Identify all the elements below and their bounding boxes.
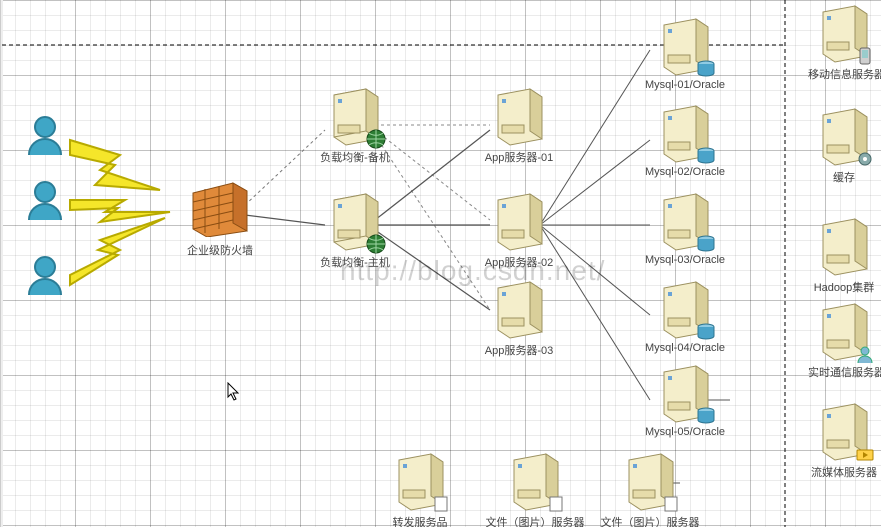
media-icon xyxy=(855,444,875,464)
diagram-canvas: http://blog.csdn.net/ 企 xyxy=(0,0,881,527)
stream-server[interactable]: 流媒体服务器 xyxy=(808,400,880,480)
left-ruler xyxy=(0,0,3,527)
user-2 xyxy=(25,180,65,225)
database-icon xyxy=(696,234,716,254)
stream-label: 流媒体服务器 xyxy=(808,464,880,480)
person-icon xyxy=(25,255,65,300)
doc-icon xyxy=(431,494,451,514)
db2-label: Mysql-02/Oracle xyxy=(640,166,730,178)
hadoop-label: Hadoop集群 xyxy=(808,279,880,295)
hadoop-cluster[interactable]: Hadoop集群 xyxy=(808,215,880,295)
server-icon xyxy=(817,300,871,362)
im-server[interactable]: 实时通信服务器 xyxy=(808,300,880,380)
cursor-icon xyxy=(227,382,241,402)
server-icon xyxy=(817,400,871,462)
person-icon xyxy=(25,180,65,225)
lb-backup[interactable]: 负载均衡-备机 xyxy=(320,85,390,165)
database-icon xyxy=(696,322,716,342)
globe-icon xyxy=(366,234,386,254)
globe-icon xyxy=(366,129,386,149)
server-icon xyxy=(328,190,382,252)
app1-label: App服务器-01 xyxy=(480,149,558,165)
server-icon xyxy=(658,190,712,252)
server-icon xyxy=(492,278,546,340)
file-server-2[interactable]: 文件（图片）服务器 xyxy=(595,450,705,527)
grid-background xyxy=(0,0,881,527)
db4-label: Mysql-04/Oracle xyxy=(640,342,730,354)
firewall-label: 企业级防火墙 xyxy=(185,242,255,258)
user-3 xyxy=(25,255,65,300)
db-server-1[interactable]: Mysql-01/Oracle xyxy=(640,15,730,91)
server-icon xyxy=(658,362,712,424)
database-icon xyxy=(696,406,716,426)
firewall[interactable]: 企业级防火墙 xyxy=(185,175,255,258)
app-server-2[interactable]: App服务器-02 xyxy=(480,190,558,270)
doc-icon xyxy=(661,494,681,514)
db-server-3[interactable]: Mysql-03/Oracle xyxy=(640,190,730,266)
server-icon xyxy=(492,190,546,252)
file2-label: 文件（图片）服务器 xyxy=(595,514,705,527)
user-1 xyxy=(25,115,65,160)
forward-label: 转发服务品 xyxy=(385,514,455,527)
app3-label: App服务器-03 xyxy=(480,342,558,358)
file1-label: 文件（图片）服务器 xyxy=(480,514,590,527)
person-icon xyxy=(25,115,65,160)
gear-icon xyxy=(855,149,875,169)
cache-label: 缓存 xyxy=(808,169,880,185)
phone-icon xyxy=(855,46,875,66)
db-server-2[interactable]: Mysql-02/Oracle xyxy=(640,102,730,178)
server-icon xyxy=(508,450,562,512)
server-icon xyxy=(658,15,712,77)
server-icon xyxy=(328,85,382,147)
lb-main[interactable]: 负载均衡-主机 xyxy=(320,190,390,270)
app-server-3[interactable]: App服务器-03 xyxy=(480,278,558,358)
cache-server[interactable]: 缓存 xyxy=(808,105,880,185)
db3-label: Mysql-03/Oracle xyxy=(640,254,730,266)
server-icon xyxy=(817,2,871,64)
mobile-label: 移动信息服务器 xyxy=(808,66,880,82)
server-icon xyxy=(492,85,546,147)
database-icon xyxy=(696,59,716,79)
db1-label: Mysql-01/Oracle xyxy=(640,79,730,91)
server-icon xyxy=(817,215,871,277)
mobile-info-server[interactable]: 移动信息服务器 xyxy=(808,2,880,82)
server-icon xyxy=(393,450,447,512)
app-server-1[interactable]: App服务器-01 xyxy=(480,85,558,165)
database-icon xyxy=(696,146,716,166)
db-server-4[interactable]: Mysql-04/Oracle xyxy=(640,278,730,354)
file-server-1[interactable]: 文件（图片）服务器 xyxy=(480,450,590,527)
doc-icon xyxy=(546,494,566,514)
forward-server[interactable]: 转发服务品 xyxy=(385,450,455,527)
app2-label: App服务器-02 xyxy=(480,254,558,270)
server-icon xyxy=(658,102,712,164)
person-icon xyxy=(855,344,875,364)
server-icon xyxy=(623,450,677,512)
firewall-icon xyxy=(185,175,255,240)
db5-label: Mysql-05/Oracle xyxy=(640,426,730,438)
db-server-5[interactable]: Mysql-05/Oracle xyxy=(640,362,730,438)
lb-backup-label: 负载均衡-备机 xyxy=(320,149,390,165)
server-icon xyxy=(817,105,871,167)
lb-main-label: 负载均衡-主机 xyxy=(320,254,390,270)
server-icon xyxy=(658,278,712,340)
im-label: 实时通信服务器 xyxy=(808,364,880,380)
